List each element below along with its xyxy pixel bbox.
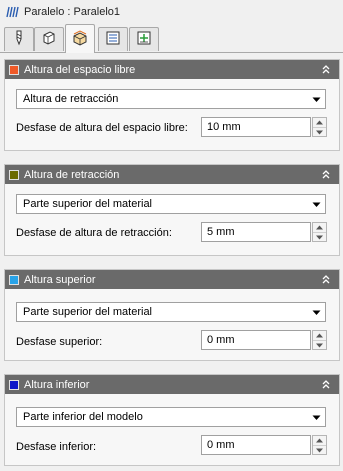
chevron-down-icon [312,308,321,317]
linking-icon [136,30,152,49]
spin-up-icon[interactable] [313,436,326,445]
bottom-height-from-select[interactable]: Parte inferior del modelo [16,407,326,427]
spin-up-icon[interactable] [313,331,326,340]
section-header[interactable]: Altura superior [5,270,339,289]
geometry-icon [41,30,57,49]
tab-heights[interactable] [65,24,95,53]
retract-offset-input[interactable] [201,222,311,242]
window-title: Paralelo : Paralelo1 [24,6,121,18]
section-top-height: Altura superior Parte superior del mater… [4,269,340,361]
select-value: Parte inferior del modelo [23,411,143,423]
top-offset-input[interactable] [201,330,311,350]
top-height-from-select[interactable]: Parte superior del material [16,302,326,322]
chevron-down-icon [312,200,321,209]
offset-label: Desfase de altura de retracción: [16,227,172,239]
retract-height-from-select[interactable]: Parte superior del material [16,194,326,214]
spin-up-icon[interactable] [313,223,326,232]
select-value: Parte superior del material [23,306,153,318]
clearance-offset-input[interactable] [201,117,311,137]
chevron-down-icon [312,413,321,422]
collapse-icon[interactable] [319,167,333,181]
select-value: Altura de retracción [23,93,119,105]
offset-field [201,435,327,455]
tab-tool[interactable] [4,27,34,51]
section-clearance-height: Altura del espacio libre Altura de retra… [4,59,340,151]
section-title: Altura superior [24,273,96,286]
offset-spinner [312,330,327,350]
spin-up-icon[interactable] [313,118,326,127]
color-swatch [9,169,19,180]
section-retract-height: Altura de retracción Parte superior del … [4,164,340,256]
offset-label: Desfase inferior: [16,441,97,453]
color-swatch [9,379,19,390]
offset-field [201,330,327,350]
collapse-icon[interactable] [319,377,333,391]
spin-down-icon[interactable] [313,340,326,350]
spin-down-icon[interactable] [313,445,326,455]
color-swatch [9,64,19,75]
tab-linking[interactable] [129,27,159,51]
tab-passes[interactable] [98,27,128,51]
section-title: Altura del espacio libre [24,63,136,76]
color-swatch [9,274,19,285]
section-header[interactable]: Altura del espacio libre [5,60,339,79]
collapse-icon[interactable] [319,62,333,76]
title-bar: Paralelo : Paralelo1 [0,0,343,24]
offset-field [201,222,327,242]
heights-icon [72,29,88,49]
section-header[interactable]: Altura de retracción [5,165,339,184]
section-bottom-height: Altura inferior Parte inferior del model… [4,374,340,466]
offset-field [201,117,327,137]
offset-spinner [312,222,327,242]
select-value: Parte superior del material [23,198,153,210]
spin-down-icon[interactable] [313,127,326,137]
chevron-down-icon [312,95,321,104]
offset-label: Desfase superior: [16,336,103,348]
offset-spinner [312,117,327,137]
tab-geometry[interactable] [34,27,64,51]
tool-icon [11,30,27,49]
clearance-height-from-select[interactable]: Altura de retracción [16,89,326,109]
section-title: Altura inferior [24,378,90,391]
offset-spinner [312,435,327,455]
collapse-icon[interactable] [319,272,333,286]
tab-strip [0,24,343,53]
parallel-toolpath-icon [4,4,20,20]
section-header[interactable]: Altura inferior [5,375,339,394]
bottom-offset-input[interactable] [201,435,311,455]
passes-icon [105,30,121,49]
offset-label: Desfase de altura del espacio libre: [16,122,188,134]
section-title: Altura de retracción [24,168,120,181]
spin-down-icon[interactable] [313,232,326,242]
